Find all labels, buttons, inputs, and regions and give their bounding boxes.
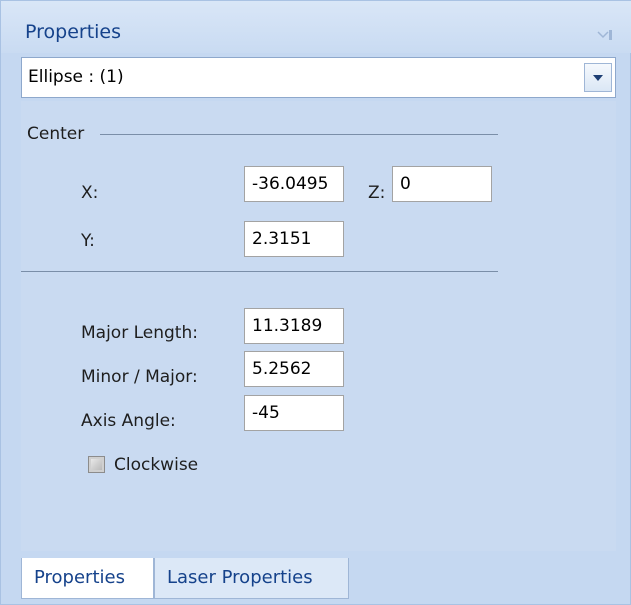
z-label: Z: — [368, 183, 386, 203]
major-length-input[interactable]: 11.3189 — [244, 308, 344, 344]
axis-angle-input[interactable]: -45 — [244, 395, 344, 431]
x-label: X: — [81, 183, 99, 203]
clockwise-checkbox[interactable] — [88, 456, 105, 473]
object-selector-dropdown-button[interactable] — [584, 63, 612, 92]
properties-panel: Properties Ellipse : (1) Center X: -36.0… — [0, 0, 631, 605]
object-selector[interactable]: Ellipse : (1) — [21, 57, 616, 98]
z-input[interactable]: 0 — [392, 166, 492, 202]
y-input[interactable]: 2.3151 — [244, 221, 344, 257]
pin-icon[interactable] — [596, 28, 612, 44]
panel-titlebar: Properties — [1, 1, 631, 53]
object-selector-value: Ellipse : (1) — [28, 67, 124, 87]
y-label: Y: — [81, 231, 95, 251]
minor-major-label: Minor / Major: — [81, 367, 198, 387]
center-group-label: Center — [27, 124, 85, 144]
clockwise-label: Clockwise — [114, 455, 199, 475]
minor-major-input[interactable]: 5.2562 — [244, 351, 344, 387]
section-divider — [21, 271, 498, 272]
panel-title: Properties — [25, 21, 122, 43]
axis-angle-label: Axis Angle: — [81, 411, 176, 431]
tab-properties[interactable]: Properties — [21, 558, 154, 599]
major-length-label: Major Length: — [81, 323, 198, 343]
center-group-divider — [100, 134, 498, 135]
tab-laser-properties[interactable]: Laser Properties — [154, 558, 349, 599]
chevron-down-icon — [593, 75, 603, 81]
clockwise-checkbox-fill — [91, 459, 102, 470]
x-input[interactable]: -36.0495 — [244, 166, 344, 202]
